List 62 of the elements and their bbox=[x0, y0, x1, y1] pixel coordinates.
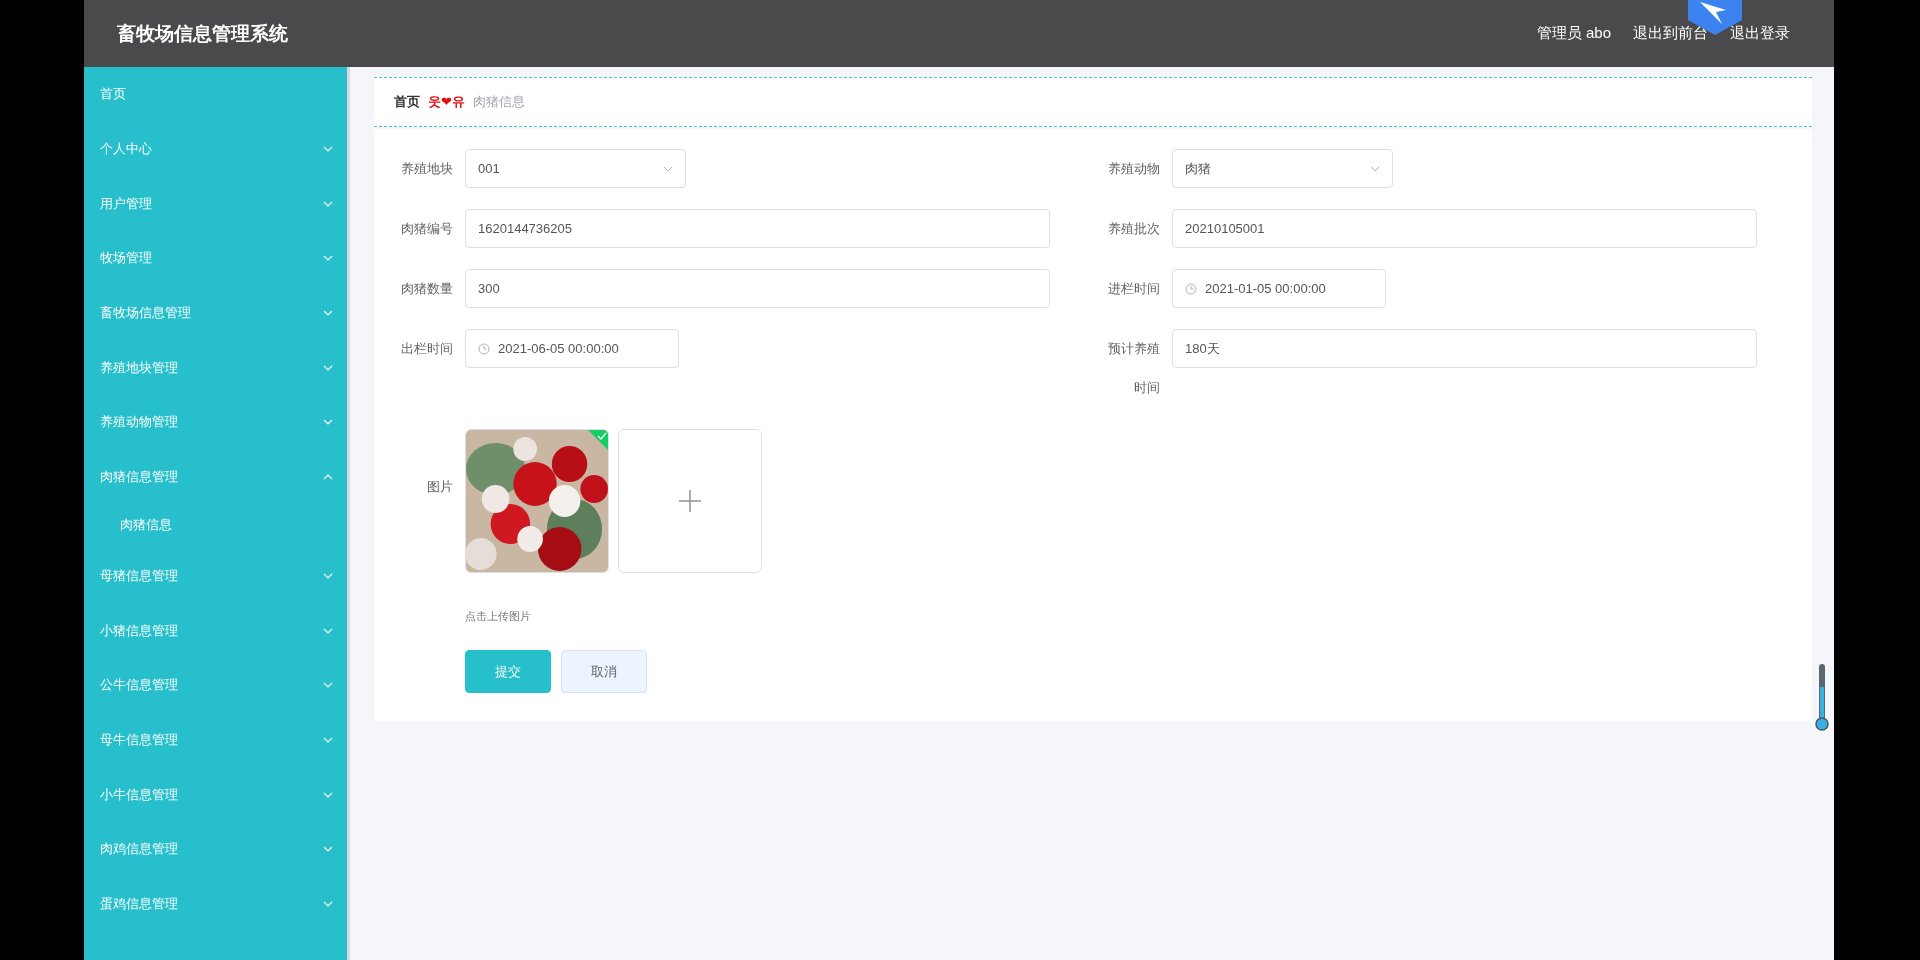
input-field[interactable]: 20210105001 bbox=[1172, 209, 1757, 248]
sidebar-item[interactable]: 首页 bbox=[84, 67, 347, 122]
date-field[interactable]: 2021-01-05 00:00:00 bbox=[1172, 269, 1386, 308]
sidebar-item[interactable]: 畜牧场信息管理 bbox=[84, 285, 347, 341]
chevron-down-icon bbox=[323, 146, 333, 153]
chevron-down-icon bbox=[323, 255, 333, 262]
clock-icon bbox=[478, 342, 490, 355]
app-title: 畜牧场信息管理系统 bbox=[117, 21, 289, 46]
field-label: 养殖动物 bbox=[1108, 160, 1160, 178]
field-label: 养殖地块 bbox=[401, 160, 453, 178]
sidebar-item[interactable]: 小牛信息管理 bbox=[84, 767, 347, 822]
user-label: 管理员 abo bbox=[1536, 24, 1611, 43]
breadcrumb-separator: 웃❤유 bbox=[428, 93, 465, 111]
input-field[interactable]: 300 bbox=[465, 269, 1050, 308]
chevron-down-icon bbox=[663, 165, 673, 172]
chevron-down-icon bbox=[323, 419, 333, 426]
sidebar-item[interactable]: 公牛信息管理 bbox=[84, 657, 347, 713]
chevron-down-icon bbox=[323, 572, 333, 579]
clock-icon bbox=[1185, 282, 1197, 295]
thermometer-icon bbox=[1815, 663, 1829, 733]
sidebar-item[interactable]: 个人中心 bbox=[84, 121, 347, 177]
chevron-down-icon bbox=[323, 846, 333, 853]
sidebar-item[interactable]: 用户管理 bbox=[84, 176, 347, 232]
sidebar-item[interactable]: 母猪信息管理 bbox=[84, 548, 347, 604]
header-link[interactable]: 退出登录 bbox=[1730, 24, 1790, 43]
select-field[interactable]: 001 bbox=[465, 149, 686, 188]
field-label: 肉猪编号 bbox=[401, 220, 453, 238]
field-label: 肉猪数量 bbox=[401, 280, 453, 298]
input-field[interactable]: 180天 bbox=[1172, 329, 1757, 368]
field-label: 进栏时间 bbox=[1108, 280, 1160, 298]
input-field[interactable]: 1620144736205 bbox=[465, 209, 1050, 248]
submit-button[interactable]: 提交 bbox=[465, 650, 551, 693]
select-field[interactable]: 肉猪 bbox=[1172, 149, 1393, 188]
chevron-down-icon bbox=[323, 310, 333, 317]
sidebar-item[interactable]: 肉鸡信息管理 bbox=[84, 821, 347, 877]
upload-hint: 点击上传图片 bbox=[465, 609, 532, 624]
header-link[interactable]: 退出到前台 bbox=[1633, 24, 1708, 43]
date-field[interactable]: 2021-06-05 00:00:00 bbox=[465, 329, 679, 368]
field-label: 养殖批次 bbox=[1108, 220, 1160, 238]
field-label: 出栏时间 bbox=[401, 340, 453, 358]
breadcrumb-item: 肉猪信息 bbox=[472, 93, 525, 111]
chevron-down-icon bbox=[323, 682, 333, 689]
sidebar-item[interactable]: 养殖地块管理 bbox=[84, 340, 347, 396]
sidebar-item[interactable]: 牧场管理 bbox=[84, 231, 347, 286]
field-label: 预计养殖时间 bbox=[1107, 340, 1160, 397]
breadcrumb-item[interactable]: 首页 bbox=[394, 93, 420, 111]
sidebar-item[interactable]: 小猪信息管理 bbox=[84, 603, 347, 658]
chevron-down-icon bbox=[323, 627, 333, 634]
field-label: 图片 bbox=[427, 478, 453, 496]
chevron-down-icon bbox=[1370, 165, 1380, 172]
chevron-down-icon bbox=[323, 364, 333, 371]
sidebar-item[interactable]: 母牛信息管理 bbox=[84, 712, 347, 768]
sidebar-item[interactable]: 蛋鸡信息管理 bbox=[84, 876, 347, 932]
upload-tile[interactable] bbox=[618, 429, 762, 573]
cancel-button[interactable]: 取消 bbox=[561, 650, 647, 693]
chevron-down-icon bbox=[323, 791, 333, 798]
chevron-down-icon bbox=[323, 900, 333, 907]
chevron-up-icon bbox=[323, 474, 333, 481]
chevron-down-icon bbox=[323, 736, 333, 743]
sidebar-item[interactable]: 养殖动物管理 bbox=[84, 395, 347, 450]
plus-icon bbox=[679, 490, 701, 512]
chevron-down-icon bbox=[323, 200, 333, 207]
